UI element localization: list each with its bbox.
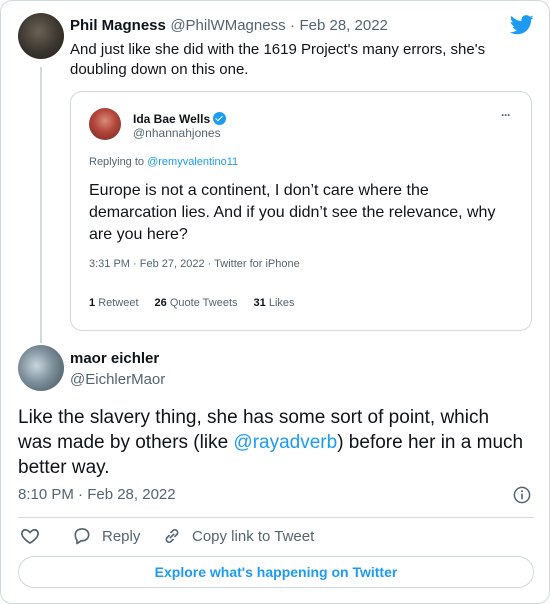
main-tweet-text: Like the slavery thing, she has some sor… xyxy=(18,405,528,480)
stat-quote-tweets-label: Quote Tweets xyxy=(169,297,238,309)
parent-author-handle[interactable]: @PhilWMagness xyxy=(170,17,285,34)
main-author-handle[interactable]: @EichlerMaor xyxy=(70,371,165,388)
quoted-author-name[interactable]: Ida Bae Wells xyxy=(133,112,210,126)
quoted-tweet-box[interactable]: Ida Bae Wells @nhannahjones ··· Replying… xyxy=(70,91,532,331)
quoted-tweet-timestamp[interactable]: 3:31 PM · Feb 27, 2022 · Twitter for iPh… xyxy=(89,258,300,270)
phil-magness-avatar[interactable] xyxy=(18,13,64,59)
explore-label: Explore what's happening on Twitter xyxy=(154,564,398,580)
quoted-author-handle[interactable]: @nhannahjones xyxy=(133,126,221,140)
parent-date[interactable]: Feb 28, 2022 xyxy=(299,17,387,34)
maor-eichler-avatar[interactable] xyxy=(18,345,64,391)
stat-retweets[interactable]: 1 Retweet xyxy=(89,297,139,309)
copy-link-button[interactable]: Copy link to Tweet xyxy=(162,526,314,546)
stat-quote-tweets-count: 26 xyxy=(154,297,167,309)
thread-line xyxy=(40,67,42,343)
replying-to-prefix: Replying to xyxy=(89,156,148,168)
explore-twitter-button[interactable]: Explore what's happening on Twitter xyxy=(18,556,534,588)
verified-badge-icon xyxy=(213,112,227,125)
embedded-tweet-card: Phil Magness @PhilWMagness · Feb 28, 202… xyxy=(0,0,550,604)
main-author-name[interactable]: maor eichler xyxy=(70,350,159,367)
stat-likes-count: 31 xyxy=(253,297,266,309)
quoted-tweet-text: Europe is not a continent, I don’t care … xyxy=(89,182,496,243)
stat-likes-label: Likes xyxy=(268,297,295,309)
parent-tweet-header: Phil Magness @PhilWMagness · Feb 28, 202… xyxy=(70,17,388,35)
actions-divider xyxy=(18,517,534,518)
stat-retweets-count: 1 xyxy=(89,297,96,309)
quoted-tweet-stats: 1 Retweet 26 Quote Tweets 31 Likes xyxy=(89,297,295,309)
replying-to-mention[interactable]: @remyvalentino11 xyxy=(147,156,238,168)
mention-link[interactable]: @rayadverb xyxy=(233,432,337,453)
info-icon[interactable] xyxy=(513,486,531,504)
heart-icon xyxy=(21,528,39,545)
copy-link-label: Copy link to Tweet xyxy=(192,527,315,545)
replying-to-line: Replying to @remyvalentino11 xyxy=(89,156,238,168)
reply-button[interactable]: Reply xyxy=(72,526,140,546)
ida-bae-wells-avatar[interactable] xyxy=(89,108,121,140)
header-separator: · xyxy=(290,17,296,34)
main-tweet-timestamp[interactable]: 8:10 PM · Feb 28, 2022 xyxy=(18,486,176,503)
reply-label: Reply xyxy=(102,527,141,545)
stat-retweets-label: Retweet xyxy=(98,297,139,309)
link-icon xyxy=(165,528,179,544)
reply-icon xyxy=(74,528,90,545)
parent-author-name[interactable]: Phil Magness xyxy=(70,17,166,34)
parent-tweet-text: And just like she did with the 1619 Proj… xyxy=(70,41,486,78)
stat-likes[interactable]: 31 Likes xyxy=(254,297,295,309)
more-options-icon[interactable]: ··· xyxy=(501,108,511,122)
twitter-bird-icon[interactable] xyxy=(510,15,534,35)
stat-quote-tweets[interactable]: 26 Quote Tweets xyxy=(155,297,238,309)
like-button[interactable] xyxy=(20,526,40,546)
